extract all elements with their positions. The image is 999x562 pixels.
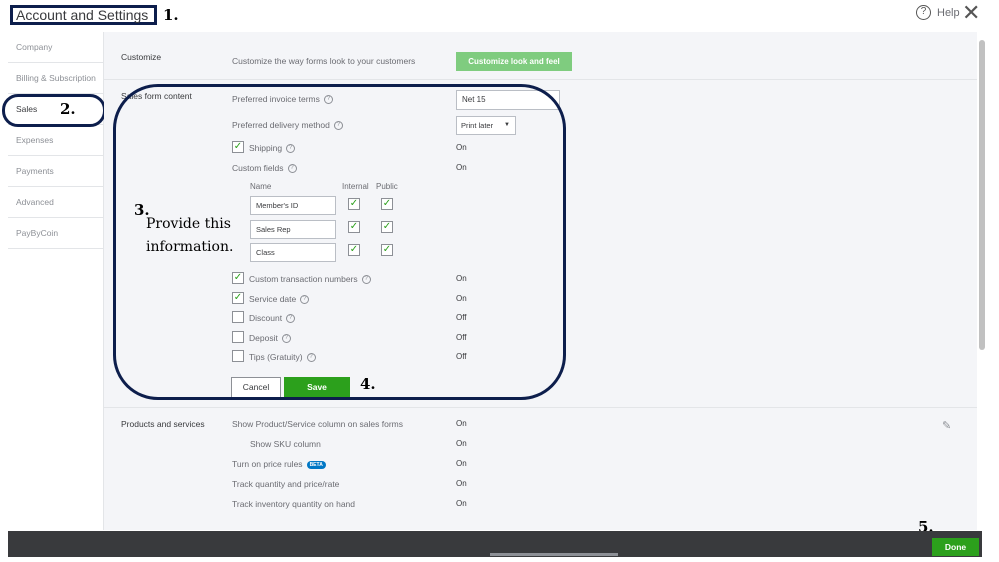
scroll-thumb[interactable]	[979, 40, 985, 350]
track-inventory-label: Track inventory quantity on hand	[232, 499, 356, 509]
sales-annotation-oval	[2, 94, 106, 127]
sidebar-item-billing[interactable]: Billing & Subscription	[8, 63, 104, 94]
customize-look-button[interactable]: Customize look and feel	[456, 52, 572, 71]
annotation-step-1: 1.	[163, 6, 179, 24]
price-rules-text: Turn on price rules	[232, 459, 303, 469]
close-icon[interactable]: ✕	[962, 0, 980, 26]
track-qty-label: Track quantity and price/rate	[232, 479, 340, 489]
help-label: Help	[937, 6, 960, 19]
track-qty-value: On	[456, 479, 467, 488]
instruction-line-1: Provide this	[146, 216, 231, 232]
sidebar-item-advanced[interactable]: Advanced	[8, 187, 104, 218]
help-icon: ?	[916, 5, 931, 20]
annotation-step-4: 4.	[360, 375, 376, 393]
done-button[interactable]: Done	[932, 538, 979, 556]
show-product-col-value: On	[456, 419, 467, 428]
products-services-label: Products and services	[121, 419, 205, 429]
annotation-step-2: 2.	[60, 100, 76, 118]
customize-label: Customize	[121, 52, 162, 62]
products-services-section: Products and services Show Product/Servi…	[104, 408, 977, 530]
page-title: Account and Settings	[16, 7, 149, 23]
title-bar: Account and Settings 1. ? Help ✕	[0, 0, 999, 32]
help-button[interactable]: ? Help	[916, 5, 960, 20]
price-rules-label: Turn on price rules BETA	[232, 459, 326, 469]
sidebar-item-expenses[interactable]: Expenses	[8, 125, 104, 156]
instruction-line-2: information.	[146, 239, 234, 255]
customize-description: Customize the way forms look to your cus…	[232, 56, 416, 66]
sidebar-item-company[interactable]: Company	[8, 32, 104, 63]
show-product-col-label: Show Product/Service column on sales for…	[232, 419, 404, 429]
customize-section: Customize Customize the way forms look t…	[104, 32, 977, 80]
sidebar-item-payments[interactable]: Payments	[8, 156, 104, 187]
main-scrollbar[interactable]	[977, 32, 987, 530]
price-rules-value: On	[456, 459, 467, 468]
edit-pencil-icon[interactable]: ✎	[942, 419, 951, 432]
show-sku-label: Show SKU column	[250, 439, 321, 449]
track-inventory-value: On	[456, 499, 467, 508]
footer-tab-indicator	[490, 553, 618, 556]
sidebar-item-paybycoin[interactable]: PayByCoin	[8, 218, 104, 249]
footer-bar: Done	[8, 531, 982, 557]
beta-badge: BETA	[306, 460, 326, 469]
show-sku-value: On	[456, 439, 467, 448]
